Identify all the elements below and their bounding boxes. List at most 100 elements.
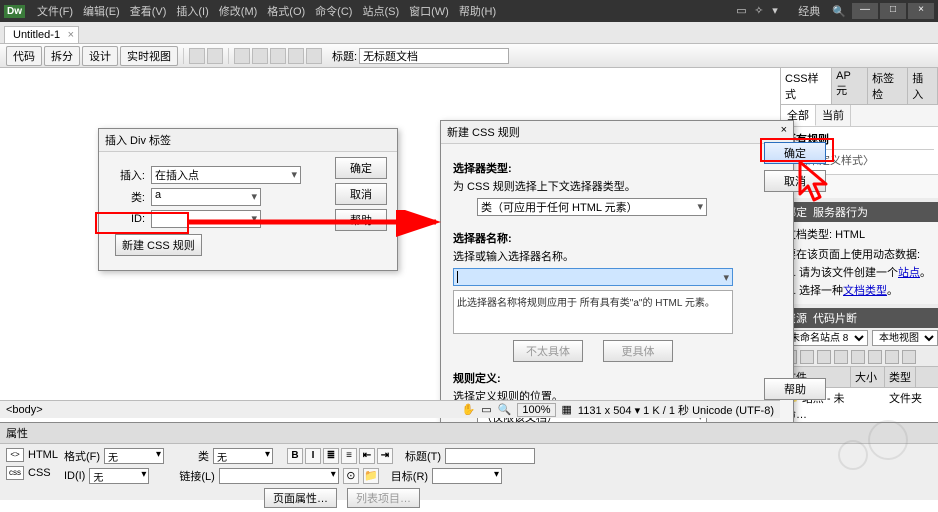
- css-current-tab[interactable]: 当前: [816, 105, 851, 126]
- code-view-button[interactable]: 代码: [6, 46, 42, 66]
- checkout-icon[interactable]: [851, 350, 865, 364]
- class-prop-label: 类: [198, 448, 209, 464]
- less-specific-button[interactable]: 不太具体: [513, 340, 583, 362]
- dropdown-icon[interactable]: ▾: [772, 4, 786, 18]
- menu-window[interactable]: 窗口(W): [405, 1, 453, 21]
- bindings-prompt: 要在该页面上使用动态数据:: [785, 246, 934, 262]
- insert-point-combo[interactable]: 在插入点: [151, 166, 301, 184]
- get-icon[interactable]: [817, 350, 831, 364]
- checkin-icon[interactable]: [868, 350, 882, 364]
- live-view-button[interactable]: 实时视图: [120, 46, 178, 66]
- site-link[interactable]: 站点: [898, 267, 920, 279]
- class-prop-combo[interactable]: 无: [213, 448, 273, 464]
- css-mode-label[interactable]: CSS: [28, 467, 51, 479]
- html-mode-label[interactable]: HTML: [28, 449, 58, 461]
- maximize-button[interactable]: □: [880, 3, 906, 19]
- target-prop-label: 目标(R): [391, 468, 428, 484]
- selector-type-combo[interactable]: 类（可应用于任何 HTML 元素）: [477, 198, 707, 216]
- italic-button[interactable]: I: [305, 448, 321, 464]
- id-label: ID:: [109, 213, 145, 225]
- div-ok-button[interactable]: 确定: [335, 157, 387, 179]
- status-bar: <body> ✋ ▭ 🔍 100% ▦ 1131 x 504 ▾ 1 K / 1…: [0, 400, 780, 418]
- menu-file[interactable]: 文件(F): [33, 1, 77, 21]
- assets-panel-header: 资源 代码片断: [781, 308, 938, 328]
- css-styles-tab[interactable]: CSS样式: [781, 68, 832, 104]
- sync-icon[interactable]: [885, 350, 899, 364]
- live-code-icon[interactable]: [207, 48, 223, 64]
- nav-icon[interactable]: [306, 48, 322, 64]
- menu-commands[interactable]: 命令(C): [311, 1, 356, 21]
- extension-icon[interactable]: ✧: [754, 4, 768, 18]
- list-item-button[interactable]: 列表项目…: [347, 488, 420, 508]
- css-help-button[interactable]: 帮助: [764, 378, 826, 400]
- doctype-link[interactable]: 文档类型: [843, 285, 887, 297]
- target-prop-combo[interactable]: [432, 468, 502, 484]
- menu-edit[interactable]: 编辑(E): [79, 1, 124, 21]
- browse-icon[interactable]: 📁: [363, 468, 379, 484]
- class-combo[interactable]: a: [151, 188, 261, 206]
- html-mode-icon[interactable]: <>: [6, 448, 24, 462]
- col-type[interactable]: 类型: [885, 367, 916, 387]
- layout-icon[interactable]: ▭: [736, 4, 750, 18]
- link-prop-combo[interactable]: [219, 468, 339, 484]
- ol-button[interactable]: ≡: [341, 448, 357, 464]
- site-select[interactable]: 未命名站点 8: [783, 330, 868, 346]
- indent-button[interactable]: ⇥: [377, 448, 393, 464]
- menu-format[interactable]: 格式(O): [263, 1, 309, 21]
- format-combo[interactable]: 无: [104, 448, 164, 464]
- menu-insert[interactable]: 插入(I): [172, 1, 212, 21]
- browser-icon[interactable]: [234, 48, 250, 64]
- tag-inspector-tab[interactable]: 标签检: [868, 68, 908, 104]
- design-view-button[interactable]: 设计: [82, 46, 118, 66]
- options-icon[interactable]: [288, 48, 304, 64]
- layout-icons: ▭ ✧ ▾: [736, 4, 786, 18]
- search-icon[interactable]: 🔍: [832, 5, 846, 18]
- reload-icon[interactable]: [270, 48, 286, 64]
- split-view-button[interactable]: 拆分: [44, 46, 80, 66]
- put-icon[interactable]: [834, 350, 848, 364]
- selector-name-input[interactable]: ▾: [453, 268, 733, 286]
- menu-view[interactable]: 查看(V): [126, 1, 171, 21]
- div-cancel-button[interactable]: 取消: [335, 183, 387, 205]
- select-tool-icon[interactable]: ▭: [481, 403, 491, 416]
- point-to-file-icon[interactable]: ⊙: [343, 468, 359, 484]
- cursor-pointer-icon: [794, 160, 834, 210]
- menu-site[interactable]: 站点(S): [358, 1, 403, 21]
- ul-button[interactable]: ≣: [323, 448, 339, 464]
- outdent-button[interactable]: ⇤: [359, 448, 375, 464]
- hand-tool-icon[interactable]: ✋: [462, 403, 476, 416]
- snippets-tab[interactable]: 代码片断: [813, 310, 857, 326]
- div-help-button[interactable]: 帮助: [335, 209, 387, 231]
- more-specific-button[interactable]: 更具体: [603, 340, 673, 362]
- document-tab[interactable]: Untitled-1 ×: [4, 26, 79, 43]
- inspect-icon[interactable]: [189, 48, 205, 64]
- bold-button[interactable]: B: [287, 448, 303, 464]
- zoom-level[interactable]: 100%: [517, 403, 555, 417]
- new-css-rule-button[interactable]: 新建 CSS 规则: [115, 234, 202, 256]
- insert-tab[interactable]: 插入: [908, 68, 938, 104]
- title-input[interactable]: [359, 48, 509, 64]
- file-type: 文件夹: [889, 390, 922, 422]
- page-properties-button[interactable]: 页面属性…: [264, 488, 337, 508]
- view-select[interactable]: 本地视图: [872, 330, 938, 346]
- title-prop-input[interactable]: [445, 448, 535, 464]
- window-size-icon[interactable]: ▦: [562, 403, 572, 416]
- expand-icon[interactable]: [902, 350, 916, 364]
- zoom-tool-icon[interactable]: 🔍: [498, 403, 512, 416]
- menu-modify[interactable]: 修改(M): [215, 1, 262, 21]
- tag-selector[interactable]: <body>: [6, 404, 43, 416]
- tab-close-icon[interactable]: ×: [68, 29, 74, 41]
- minimize-button[interactable]: —: [852, 3, 878, 19]
- selector-type-desc: 为 CSS 规则选择上下文选择器类型。: [453, 178, 781, 194]
- id-combo[interactable]: [151, 210, 261, 228]
- close-button[interactable]: ×: [908, 3, 934, 19]
- css-dialog-close-icon[interactable]: ×: [781, 124, 787, 140]
- col-size[interactable]: 大小: [851, 367, 885, 387]
- css-mode-icon[interactable]: css: [6, 466, 24, 480]
- refresh-files-icon[interactable]: [800, 350, 814, 364]
- id-prop-combo[interactable]: 无: [89, 468, 149, 484]
- refresh-icon[interactable]: [252, 48, 268, 64]
- menu-help[interactable]: 帮助(H): [455, 1, 500, 21]
- workspace-switcher[interactable]: 经典: [792, 3, 826, 19]
- ap-elements-tab[interactable]: AP 元: [832, 68, 868, 104]
